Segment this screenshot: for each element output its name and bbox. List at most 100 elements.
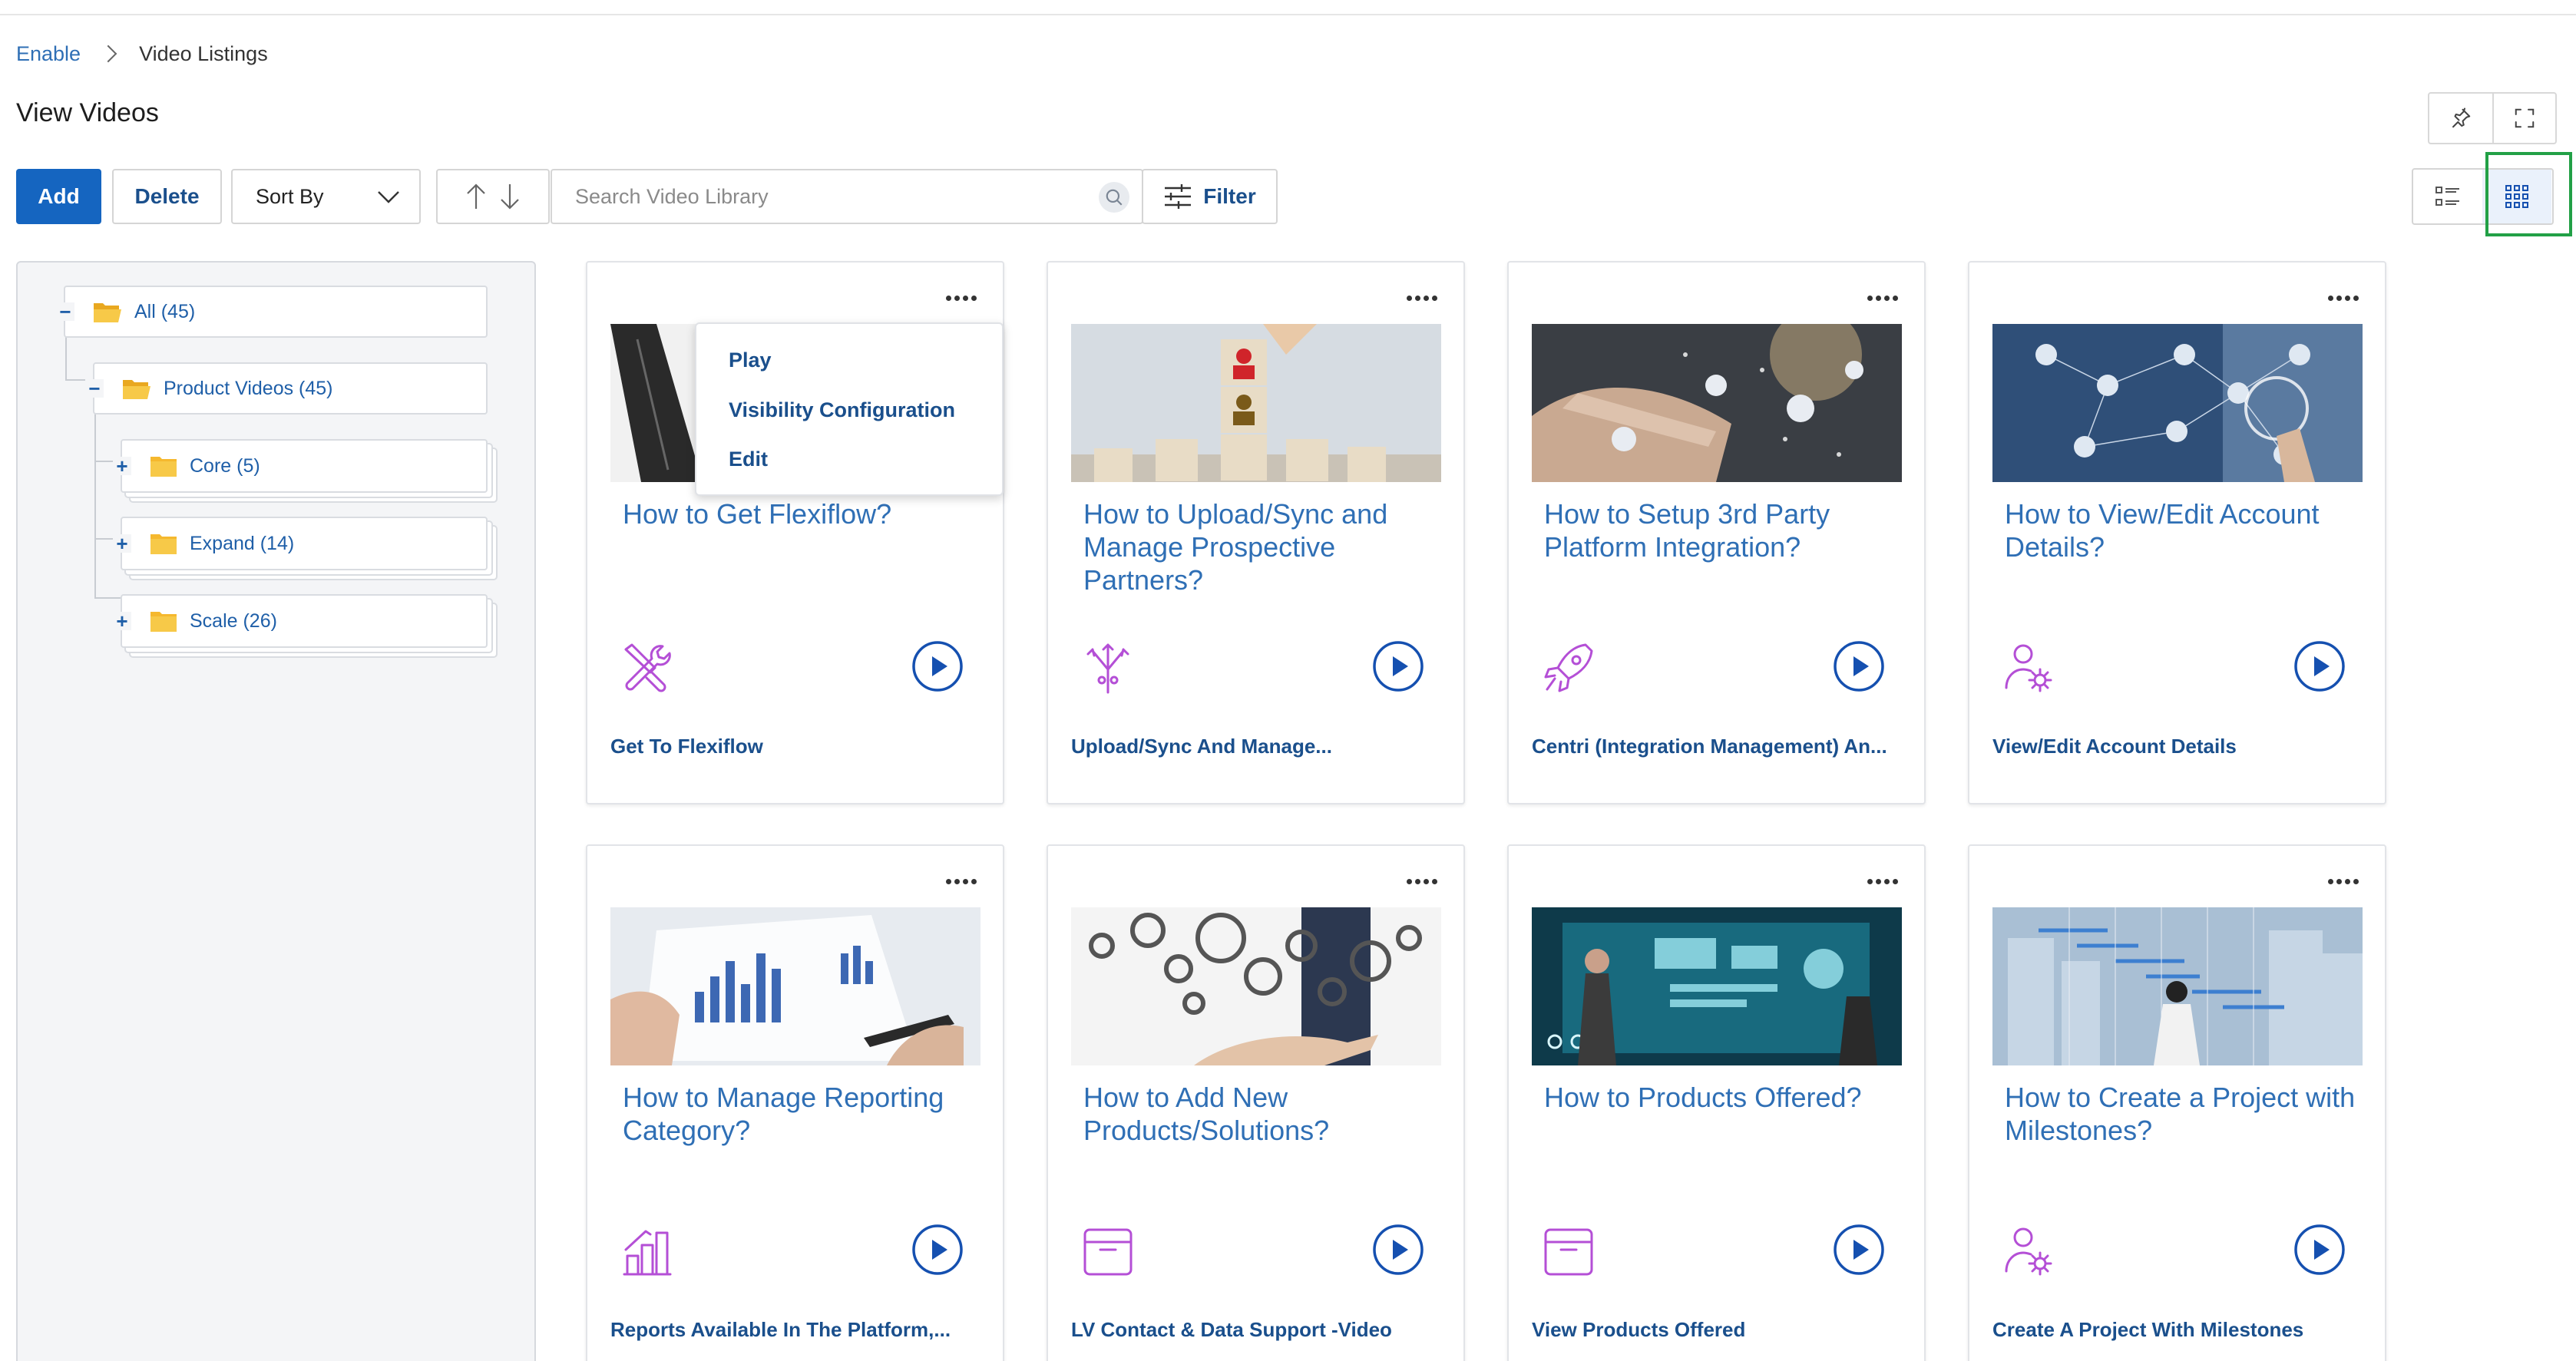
video-thumbnail[interactable]: [1992, 324, 2363, 482]
tree-node-scale[interactable]: Scale (26): [121, 594, 488, 648]
expand-icon: [2515, 108, 2535, 128]
video-card[interactable]: How to Add New Products/Solutions? LV Co…: [1047, 844, 1465, 1361]
menu-item-edit[interactable]: Edit: [729, 448, 768, 471]
expand-node-icon[interactable]: +: [113, 454, 131, 477]
video-card[interactable]: How to Create a Project with Milestones?…: [1968, 844, 2386, 1361]
menu-item-play[interactable]: Play: [729, 349, 772, 372]
play-icon[interactable]: [2293, 640, 2346, 692]
video-thumbnail[interactable]: [1071, 907, 1441, 1065]
gears-hand-thumbnail-image: [1071, 907, 1441, 1065]
video-subtitle: Centri (Integration Management) An...: [1532, 735, 1887, 758]
video-thumbnail[interactable]: [1992, 907, 2363, 1065]
more-options-icon[interactable]: [2328, 874, 2362, 889]
list-view-button[interactable]: [2413, 170, 2482, 223]
grid-view-icon: [2505, 185, 2528, 208]
video-thumbnail[interactable]: [610, 907, 980, 1065]
video-subtitle: Reports Available In The Platform,...: [610, 1318, 951, 1341]
fullscreen-button[interactable]: [2492, 94, 2555, 143]
tree-node-core[interactable]: Core (5): [121, 439, 488, 493]
play-icon[interactable]: [2293, 1224, 2346, 1276]
video-card[interactable]: How to Setup 3rd Party Platform Integrat…: [1507, 261, 1926, 804]
play-icon[interactable]: [911, 1224, 964, 1276]
reports-chart-thumbnail-image: [610, 907, 980, 1065]
app-root: Enable Video Listings View Videos Add De…: [0, 0, 2576, 1361]
grid-view-button[interactable]: [2482, 170, 2551, 223]
video-thumbnail[interactable]: [1532, 907, 1902, 1065]
more-options-icon[interactable]: [946, 874, 980, 889]
more-options-icon[interactable]: [1867, 874, 1901, 889]
folder-open-icon: [94, 303, 121, 322]
video-card[interactable]: How to Manage Reporting Category? Report…: [586, 844, 1004, 1361]
pin-icon: [2452, 107, 2471, 128]
play-icon[interactable]: [1833, 640, 1885, 692]
delete-button[interactable]: Delete: [112, 169, 222, 224]
play-icon[interactable]: [911, 640, 964, 692]
breadcrumb-current: Video Listings: [139, 41, 268, 65]
pin-button[interactable]: [2429, 94, 2492, 143]
filter-label: Filter: [1203, 184, 1256, 208]
expand-node-icon[interactable]: +: [113, 532, 131, 555]
play-icon[interactable]: [1372, 1224, 1424, 1276]
top-divider: [0, 14, 2576, 15]
more-options-icon[interactable]: [1407, 874, 1440, 889]
video-card[interactable]: How to Products Offered? View Products O…: [1507, 844, 1926, 1361]
video-subtitle: View Products Offered: [1532, 1318, 1746, 1341]
video-thumbnail[interactable]: [1532, 324, 1902, 482]
tree-node-product-videos[interactable]: Product Videos (45): [93, 362, 488, 415]
sort-direction-button[interactable]: [436, 169, 550, 224]
rocket-icon: [1544, 643, 1593, 692]
chevron-down-icon: [378, 191, 399, 203]
collapse-icon[interactable]: −: [85, 377, 104, 400]
folder-open-icon: [123, 380, 150, 399]
video-title[interactable]: How to Create a Project with Milestones?: [2005, 1081, 2358, 1147]
tree-node-all[interactable]: All (45): [64, 286, 488, 338]
view-toggle: [2412, 168, 2554, 225]
search-button[interactable]: [1099, 182, 1129, 213]
digital-dashboard-thumbnail-image: [1532, 907, 1902, 1065]
play-icon[interactable]: [1833, 1224, 1885, 1276]
add-button[interactable]: Add: [16, 169, 101, 224]
arrow-up-icon: [467, 183, 485, 209]
video-title[interactable]: How to Upload/Sync and Manage Prospectiv…: [1083, 497, 1437, 596]
chevron-right-icon: [99, 45, 117, 63]
more-options-icon[interactable]: [1407, 290, 1440, 306]
tree-node-label: All (45): [134, 300, 196, 322]
video-title[interactable]: How to Add New Products/Solutions?: [1083, 1081, 1437, 1147]
play-icon[interactable]: [1372, 640, 1424, 692]
video-thumbnail[interactable]: [1071, 324, 1441, 482]
video-subtitle: Create A Project With Milestones: [1992, 1318, 2304, 1341]
sliders-icon: [1165, 184, 1192, 209]
collapse-icon[interactable]: −: [56, 300, 74, 323]
more-options-icon[interactable]: [2328, 290, 2362, 306]
video-title[interactable]: How to Get Flexiflow?: [623, 497, 976, 530]
folder-icon: [150, 457, 177, 477]
breadcrumb-enable-link[interactable]: Enable: [16, 42, 81, 66]
expand-node-icon[interactable]: +: [113, 609, 131, 633]
network-people-thumbnail-image: [1992, 324, 2363, 482]
card-context-menu: Play Visibility Configuration Edit: [695, 322, 1004, 496]
cloud-hand-thumbnail-image: [1532, 324, 1902, 482]
bar-chart-icon: [623, 1230, 672, 1276]
search-box: [551, 169, 1143, 224]
archive-box-icon: [1544, 1228, 1593, 1276]
video-title[interactable]: How to View/Edit Account Details?: [2005, 497, 2358, 563]
sort-by-select[interactable]: Sort By: [231, 169, 421, 224]
video-card[interactable]: How to View/Edit Account Details? View/E…: [1968, 261, 2386, 804]
folder-tree-panel: All (45) − Product Videos (45) − Core (5…: [16, 261, 536, 1361]
tree-node-label: Scale (26): [190, 609, 277, 632]
video-card[interactable]: How to Upload/Sync and Manage Prospectiv…: [1047, 261, 1465, 804]
video-title[interactable]: How to Manage Reporting Category?: [623, 1081, 976, 1147]
tools-icon: [624, 643, 671, 692]
sort-by-label: Sort By: [256, 184, 324, 208]
filter-button[interactable]: Filter: [1142, 169, 1278, 224]
more-options-icon[interactable]: [1867, 290, 1901, 306]
video-title[interactable]: How to Products Offered?: [1544, 1081, 1897, 1114]
search-input[interactable]: [552, 170, 1090, 223]
arrow-down-icon: [501, 184, 519, 210]
more-options-icon[interactable]: [946, 290, 980, 306]
menu-item-visibility-configuration[interactable]: Visibility Configuration: [729, 398, 955, 422]
video-title[interactable]: How to Setup 3rd Party Platform Integrat…: [1544, 497, 1897, 563]
tree-node-expand[interactable]: Expand (14): [121, 517, 488, 570]
search-icon: [1106, 189, 1123, 206]
tree-node-label: Core (5): [190, 454, 260, 477]
